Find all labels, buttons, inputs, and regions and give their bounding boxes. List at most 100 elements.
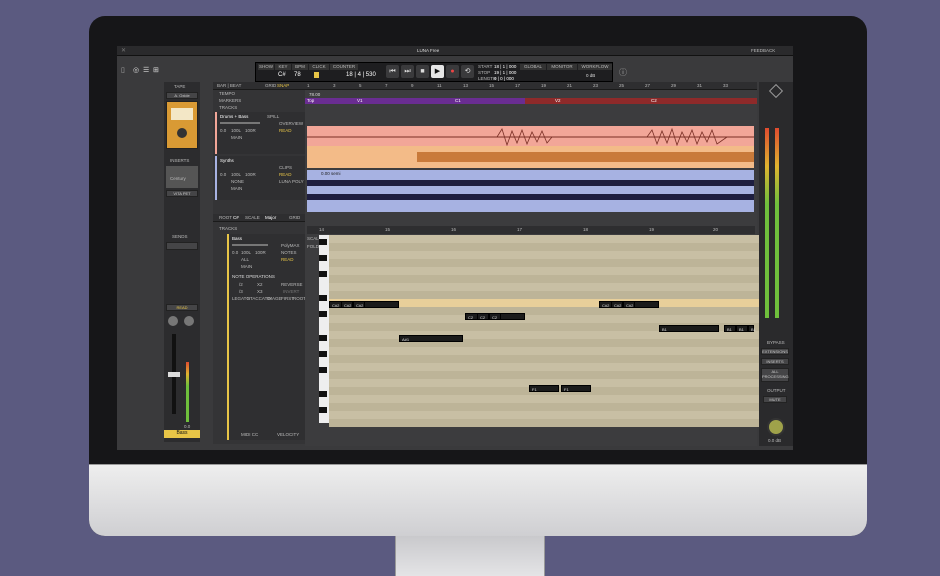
mute-button[interactable]: MUTE <box>763 396 787 403</box>
invert-button[interactable]: INVERT <box>283 289 299 294</box>
stop-button[interactable]: ■ <box>416 65 429 78</box>
output-gain-knob[interactable] <box>767 418 785 436</box>
divide-3-button[interactable]: /3 <box>239 289 243 294</box>
marker-lane[interactable]: Top V1 C1 V2 C2 <box>305 98 757 104</box>
rewind-button[interactable]: ⏮ <box>386 65 399 78</box>
midi-note[interactable]: B1 <box>748 325 756 332</box>
grid-view-icon[interactable]: ⊞ <box>153 66 159 74</box>
midi-note[interactable]: B1 <box>736 325 748 332</box>
timeline-mode[interactable]: BAR | BEAT <box>217 83 241 88</box>
marker-v1[interactable]: V1 <box>357 98 363 103</box>
insert-plugin[interactable]: Century <box>166 166 198 188</box>
input-value[interactable]: NONE <box>231 179 244 184</box>
tape-knob[interactable] <box>177 128 187 138</box>
bypass-all-button[interactable]: ALL PROCESSING <box>761 368 789 382</box>
counter-display[interactable]: 18 | 4 | 530 <box>346 72 376 78</box>
layout-icon[interactable]: ▯ <box>121 66 125 74</box>
editor-grid-label[interactable]: GRID <box>289 215 300 220</box>
feedback-button[interactable]: FEEDBACK <box>751 48 775 53</box>
editor-out[interactable]: MAIN <box>241 264 252 269</box>
volume-slider[interactable] <box>220 122 260 124</box>
marker-c2[interactable]: C2 <box>651 98 657 103</box>
midi-note[interactable]: F1 <box>561 385 591 392</box>
fold-button[interactable]: FOLD <box>307 244 319 249</box>
editor-instrument[interactable]: PolyMAX <box>281 243 300 248</box>
midi-note[interactable]: C2 <box>477 313 489 320</box>
spill-button[interactable]: SPILL <box>267 114 279 119</box>
insert-slot[interactable]: VITA PET <box>166 190 198 197</box>
view-value[interactable]: CLIPS <box>279 165 292 170</box>
midi-note[interactable]: C#2 <box>611 301 623 308</box>
tab-click[interactable]: CLICK <box>309 64 329 70</box>
editor-volume-slider[interactable] <box>232 244 268 246</box>
black-key[interactable] <box>319 255 327 261</box>
tab-counter[interactable]: COUNTER <box>330 64 358 70</box>
tab-key[interactable]: KEY <box>275 64 291 70</box>
track-name[interactable]: Synths <box>220 158 234 163</box>
bypass-extensions-button[interactable]: EXTENSIONS <box>761 348 789 355</box>
warp-value[interactable]: LUNA POLY <box>279 179 304 184</box>
tape-plugin[interactable] <box>166 101 198 149</box>
tab-show[interactable]: SHOW <box>258 64 274 70</box>
output-value[interactable]: MAIN <box>231 186 242 191</box>
tape-preset[interactable]: A. Oxide <box>166 92 198 99</box>
midi-cc-button[interactable]: MIDI CC <box>241 432 258 437</box>
record-button[interactable]: ● <box>446 65 459 78</box>
midi-note[interactable]: B1 <box>659 325 719 332</box>
read-button[interactable]: READ <box>166 304 198 311</box>
black-key[interactable] <box>319 367 327 373</box>
times-3-button[interactable]: X3 <box>257 289 263 294</box>
midi-note[interactable]: C#2 <box>353 301 365 308</box>
mixer-view-icon[interactable]: ☰ <box>143 66 149 74</box>
marker-top[interactable]: Top <box>307 98 314 103</box>
snap-toggle[interactable]: SNAP <box>277 83 289 88</box>
loop-button[interactable]: ⟲ <box>461 65 474 78</box>
forward-button[interactable]: ⏭ <box>401 65 414 78</box>
automation-value[interactable]: READ <box>279 172 292 177</box>
close-icon[interactable]: ✕ <box>121 47 126 54</box>
tempo-value[interactable]: 78.00 <box>309 92 320 97</box>
editor-ruler[interactable]: 14 15 16 17 18 19 20 <box>307 226 755 234</box>
black-key[interactable] <box>319 407 327 413</box>
midi-note[interactable]: C2 <box>489 313 501 320</box>
editor-midi[interactable]: ALL <box>241 257 249 262</box>
tab-workflow[interactable]: WORKFLOW <box>578 64 612 70</box>
editor-auto[interactable]: READ <box>281 257 294 262</box>
midi-note[interactable]: A#1 <box>399 335 463 342</box>
bass-clip[interactable] <box>307 146 754 168</box>
piano-keyboard[interactable] <box>319 235 329 423</box>
black-key[interactable] <box>319 311 327 317</box>
midi-note[interactable]: C#2 <box>341 301 353 308</box>
grid-toggle[interactable]: GRID <box>265 83 276 88</box>
times-2-button[interactable]: X2 <box>257 282 263 287</box>
piano-roll[interactable]: C#2 C#2 C#2 C#2 C#2 C#2 C2 C2 C2 B1 B1 B1 B1 A#1 F1 F1 <box>319 235 764 427</box>
marker-c1[interactable]: C1 <box>455 98 461 103</box>
synths-clip[interactable]: 0.00 semi <box>307 170 754 212</box>
midi-note[interactable]: B1 <box>724 325 736 332</box>
view-value[interactable]: OVERVIEW <box>279 121 303 126</box>
black-key[interactable] <box>319 391 327 397</box>
key-display[interactable]: C# <box>278 72 286 78</box>
fader-handle[interactable] <box>168 372 180 377</box>
automation-value[interactable]: READ <box>279 128 292 133</box>
start-value[interactable]: 18 | 1 | 000 <box>494 64 516 69</box>
midi-note[interactable]: F1 <box>529 385 559 392</box>
black-key[interactable] <box>319 239 327 245</box>
play-button[interactable]: ▶ <box>431 65 444 78</box>
stop-value[interactable]: 19 | 1 | 000 <box>494 70 516 75</box>
black-key[interactable] <box>319 351 327 357</box>
tab-monitor[interactable]: MONITOR <box>547 64 577 70</box>
bar-ruler[interactable]: 1 3 5 7 9 11 13 15 17 19 21 23 25 27 29 … <box>305 82 757 90</box>
divide-2-button[interactable]: /2 <box>239 282 243 287</box>
black-key[interactable] <box>319 271 327 277</box>
root-value[interactable]: C# <box>233 215 239 220</box>
channel-name[interactable]: Bass <box>164 430 200 438</box>
track-header-synths[interactable]: Synths 0.0 100L 100R NONE MAIN CLIPS REA… <box>215 156 305 200</box>
note-grid[interactable]: C#2 C#2 C#2 C#2 C#2 C#2 C2 C2 C2 B1 B1 B1 B1 A#1 F1 F1 <box>329 235 764 427</box>
reverse-button[interactable]: REVERSE <box>281 282 303 287</box>
pan-knob-left[interactable] <box>168 316 178 326</box>
editor-track-name[interactable]: Bass <box>232 236 242 241</box>
velocity-button[interactable]: VELOCITY <box>277 432 299 437</box>
bpm-display[interactable]: 78 <box>294 72 301 78</box>
track-header-drums[interactable]: Drums + Bass SPILL 0.0 100L 100R OVERVIE… <box>215 112 305 154</box>
